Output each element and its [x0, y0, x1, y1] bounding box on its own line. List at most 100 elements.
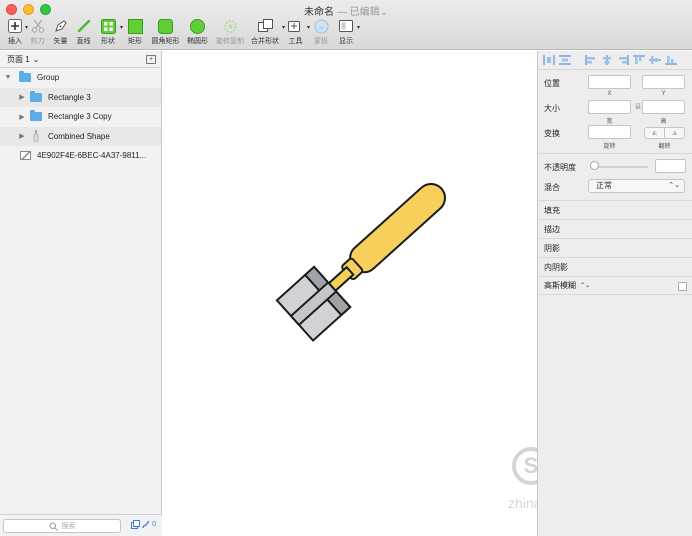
align-bottom-icon[interactable]: [665, 55, 677, 65]
size-label: 大小: [544, 104, 560, 113]
layer-label: Group: [37, 73, 60, 83]
layer-label: Rectangle 3 Copy: [48, 112, 112, 122]
x-field[interactable]: [588, 75, 631, 89]
add-page-icon[interactable]: +: [146, 55, 156, 64]
page-selector[interactable]: 页面 1 ⌄ +: [0, 51, 161, 68]
line-label: 直线: [76, 38, 91, 45]
combined-shape-icon: [30, 130, 42, 143]
layer-row-rectangle-3-copy[interactable]: ▶ Rectangle 3 Copy: [0, 107, 161, 127]
page-caret-icon: ⌄: [32, 54, 40, 64]
y-label: Y: [661, 91, 666, 97]
align-top-icon[interactable]: [633, 55, 645, 65]
folder-icon: [19, 71, 31, 83]
pen-icon: [53, 18, 69, 34]
insert-button[interactable]: ▾ 插入: [4, 18, 28, 48]
align-left-icon[interactable]: [585, 55, 597, 65]
copy-filter-icon[interactable]: [131, 520, 141, 529]
insert-label: 插入: [8, 38, 22, 45]
layer-search-field[interactable]: 搜索: [3, 519, 121, 533]
opacity-slider-knob[interactable]: [590, 161, 599, 170]
page-name[interactable]: 页面 1: [7, 54, 30, 65]
view-button[interactable]: ▾ 显示: [334, 18, 360, 48]
rounded-rect-icon: [158, 18, 174, 34]
layer-label: 4E902F4E-6BEC-4A37-9811...: [37, 151, 147, 161]
document-status[interactable]: 已编辑: [350, 7, 380, 18]
document-name: 未命名: [304, 7, 335, 18]
inspector-panel: 位置 X Y 大小 宽 高 变换 ◭ ◮ 旋转 翻转 不透明度 混合 正常 ⌃⌄…: [537, 51, 692, 536]
shadow-section[interactable]: 阴影: [538, 238, 692, 257]
fill-section-label: 填充: [544, 205, 560, 215]
layer-row-combined-shape[interactable]: ▶ Combined Shape: [0, 126, 161, 146]
border-section-label: 描边: [544, 224, 560, 234]
align-middle-icon[interactable]: [649, 55, 661, 65]
rectangle-label: 矩形: [128, 38, 142, 45]
gaussian-blur-checkbox[interactable]: [678, 282, 687, 291]
y-field[interactable]: [642, 75, 685, 89]
opacity-field[interactable]: [655, 159, 686, 173]
hammer-handle[interactable]: [323, 178, 451, 297]
align-center-icon[interactable]: [601, 55, 613, 65]
canvas[interactable]: [163, 51, 536, 536]
combine-button[interactable]: ▾ 合并形状: [247, 18, 285, 48]
footer-filters: 0: [131, 520, 156, 529]
shadow-section-label: 阴影: [544, 243, 560, 253]
line-button[interactable]: 直线: [72, 18, 95, 48]
view-label: 显示: [339, 38, 353, 45]
shapes-icon: [100, 18, 116, 34]
shape-button[interactable]: ▾ 形状: [95, 18, 123, 48]
shape-label: 形状: [101, 38, 115, 45]
layer-row-group[interactable]: ▼ Group: [0, 68, 161, 88]
layer-label: Rectangle 3: [48, 92, 91, 102]
height-field[interactable]: [642, 100, 685, 114]
disclosure-collapsed-icon[interactable]: ▶: [17, 93, 27, 101]
blend-mode-select[interactable]: 正常 ⌃⌄: [588, 179, 685, 193]
vector-button[interactable]: 矢量: [49, 18, 72, 48]
brush-filter-icon[interactable]: [142, 520, 150, 529]
title-status-caret[interactable]: ⌄: [380, 7, 388, 18]
width-field[interactable]: [588, 100, 631, 114]
gaussian-blur-section[interactable]: 高斯模糊 ⌃⌄: [538, 276, 692, 295]
distribute-horizontal-icon[interactable]: [543, 55, 555, 65]
disclosure-collapsed-icon[interactable]: ▶: [17, 113, 27, 121]
oval-icon: [190, 18, 206, 34]
select-arrows-icon: ⌃⌄: [668, 182, 680, 189]
rotate-label: 旋转: [603, 144, 616, 150]
flip-buttons: ◭ ◮: [644, 127, 685, 139]
align-right-icon[interactable]: [617, 55, 629, 65]
opacity-slider-track[interactable]: [593, 166, 648, 168]
folder-icon: [30, 110, 42, 122]
window-chrome: 未命名 — 已编辑⌄ ▾ 插入 剪刀 矢量 直线 ▾ 形状 矩形 圆角矩形 椭圆…: [0, 0, 692, 50]
plus-icon: [7, 18, 23, 34]
hammer-artwork[interactable]: [163, 51, 536, 536]
width-label: 宽: [606, 119, 613, 125]
view-caret: ▾: [356, 25, 360, 31]
rotate-copy-label: 旋转复制: [216, 38, 244, 45]
disclosure-collapsed-icon[interactable]: ▶: [17, 132, 27, 140]
tools-button[interactable]: ▾ 工具: [283, 18, 310, 48]
blend-label: 混合: [544, 183, 560, 192]
mirror-button[interactable]: 蒙板: [308, 18, 334, 48]
oval-button[interactable]: 椭圆形: [182, 18, 213, 48]
rounded-rect-button[interactable]: 圆角矩形: [149, 18, 182, 48]
layer-row-image[interactable]: 4E902F4E-6BEC-4A37-9811...: [0, 146, 161, 166]
blur-type-caret-icon[interactable]: ⌃⌄: [580, 282, 590, 289]
disclosure-expanded-icon[interactable]: ▼: [3, 74, 13, 81]
fill-section[interactable]: 填充: [538, 200, 692, 219]
inner-shadow-section[interactable]: 内阴影: [538, 257, 692, 276]
border-section[interactable]: 描边: [538, 219, 692, 238]
distribute-vertical-icon[interactable]: [559, 55, 571, 65]
lock-icon[interactable]: [635, 103, 641, 109]
folder-icon: [30, 90, 42, 102]
height-label: 高: [660, 119, 667, 125]
combine-icon: [257, 18, 273, 34]
rotate-copy-button[interactable]: 旋转复制: [213, 18, 247, 48]
flip-vertical-button[interactable]: ◮: [665, 128, 684, 138]
rectangle-button[interactable]: 矩形: [121, 18, 149, 48]
flip-horizontal-button[interactable]: ◭: [645, 128, 665, 138]
transform-label: 变换: [544, 129, 560, 138]
rotate-field[interactable]: [588, 125, 631, 139]
scissors-button[interactable]: 剪刀: [26, 18, 49, 48]
blend-mode-value: 正常: [596, 181, 612, 190]
window-title: 未命名 — 已编辑⌄: [0, 3, 692, 18]
layer-row-rectangle-3[interactable]: ▶ Rectangle 3: [0, 87, 161, 107]
